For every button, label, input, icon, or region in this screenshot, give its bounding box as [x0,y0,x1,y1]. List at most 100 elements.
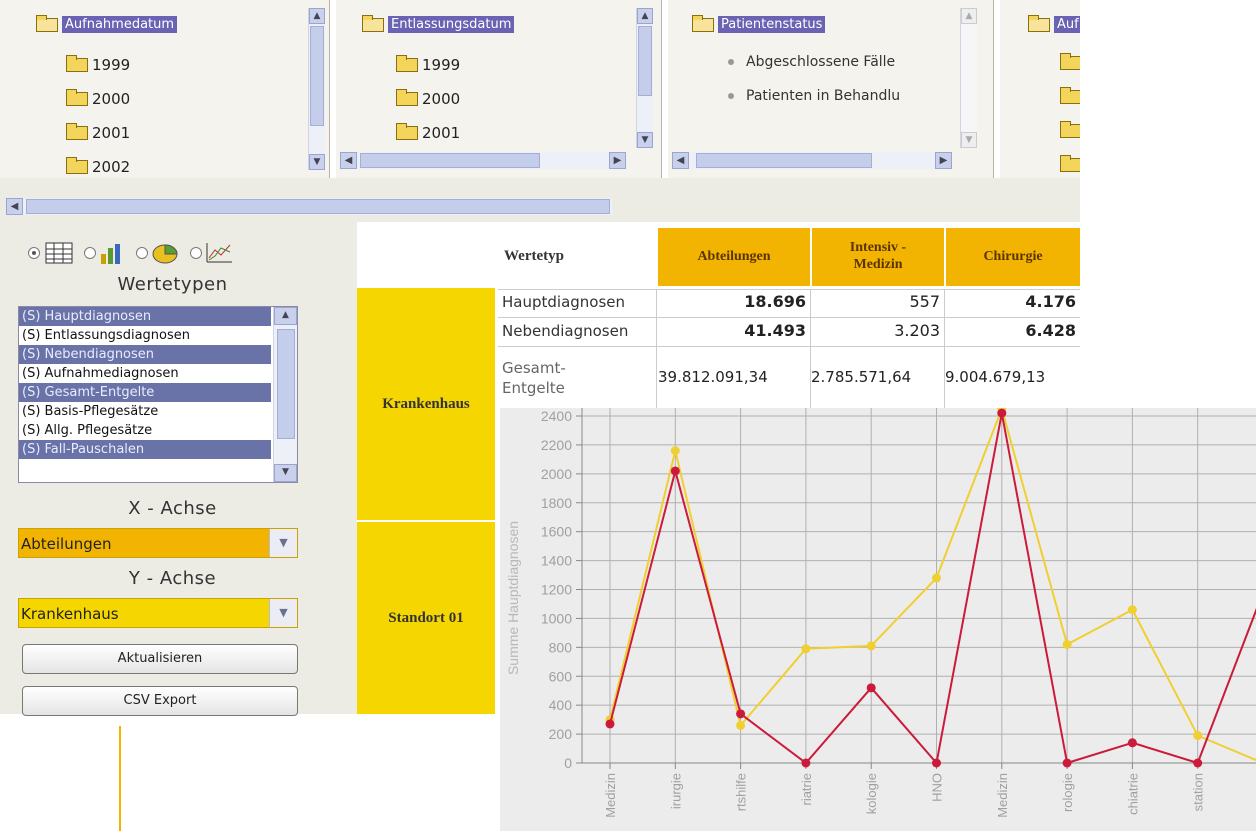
tree-item-2001[interactable]: 2001 [66,123,130,142]
vertical-scrollbar[interactable]: ▲ ▼ [308,8,325,170]
list-item[interactable]: (S) Fall-Pauschalen [19,440,271,459]
scroll-thumb[interactable] [26,199,610,214]
scroll-up-icon[interactable]: ▲ [309,8,325,24]
csv-export-button[interactable]: CSV Export [22,686,298,716]
horizontal-scrollbar[interactable]: ◀ ▶ [672,152,952,169]
y-tick-label: 800 [549,639,573,655]
row-label-hauptdiagnosen: Hauptdiagnosen [502,293,626,311]
vertical-scrollbar[interactable]: ▲ ▼ [960,8,977,148]
tree-item[interactable] [1060,121,1080,138]
tree-item[interactable] [1060,87,1080,104]
row-label-gesamt-entgelte: Gesamt- Entgelte [502,359,566,397]
tree-item-1999[interactable]: 1999 [66,55,130,74]
vertical-scrollbar[interactable]: ▲ ▼ [273,307,297,482]
list-item[interactable]: (S) Aufnahmediagnosen [19,364,271,383]
cell-value: 6.428 [1025,321,1076,340]
x-tick-label: kologie [864,773,879,814]
radio-bar[interactable] [84,247,96,259]
chevron-down-icon[interactable]: ▼ [269,529,297,557]
wertetypen-listbox[interactable]: (S) Hauptdiagnosen (S) Entlassungsdiagnos… [18,306,298,483]
scroll-thumb[interactable] [310,26,324,126]
table-icon [45,242,73,264]
chart-panel: 0 200 400 600 800 1000 1200 1400 1600 1800 2000 220… [500,404,1256,831]
cell-value: 39.812.091,34 [658,368,768,386]
y-tick-label: 1200 [541,582,572,598]
column-header-chirurgie[interactable]: Chirurgie [946,228,1080,286]
tree-item[interactable] [1060,53,1080,70]
status-item-in-behandlung[interactable]: Patienten in Behandlu [728,88,900,104]
scroll-right-icon[interactable]: ▶ [609,152,626,169]
data-point [1127,605,1137,615]
scroll-down-icon[interactable]: ▼ [637,132,653,148]
data-point [932,758,941,768]
tree-item-2002[interactable]: 2002 [66,157,130,176]
main-horizontal-scrollbar[interactable]: ◀ [6,198,612,215]
panel-2-header[interactable]: Auf [1028,14,1080,33]
scroll-thumb[interactable] [360,153,540,168]
data-point [1062,758,1072,768]
tree-item-2000[interactable]: 2000 [66,89,130,108]
folder-icon [396,89,418,106]
y-axis-label: Summe Hauptdiagnosen [505,521,521,675]
scroll-left-icon[interactable]: ◀ [6,198,23,215]
scroll-down-icon[interactable]: ▼ [309,154,325,170]
scroll-right-icon[interactable]: ▶ [935,152,952,169]
tree-item-1999[interactable]: 1999 [396,55,460,74]
scroll-thumb[interactable] [696,153,872,168]
scroll-down-icon[interactable]: ▼ [961,132,977,148]
column-header-abteilungen[interactable]: Abteilungen [658,228,810,286]
radio-pie[interactable] [136,247,148,259]
cell-value: 2.785.571,64 [811,368,912,386]
divider [944,289,945,409]
toolbar-area: ◀ [0,178,1080,222]
aufnahmedatum-header[interactable]: Aufnahmedatum [36,14,178,33]
radio-line[interactable] [190,247,202,259]
bullet-icon [728,59,734,65]
radio-table[interactable] [28,247,40,259]
chevron-down-icon[interactable]: ▼ [269,599,297,627]
folder-icon [66,89,88,106]
tree-item-2001[interactable]: 2001 [396,123,460,142]
wertetypen-list: (S) Hauptdiagnosen (S) Entlassungsdiagnos… [19,307,297,459]
vertical-scrollbar[interactable]: ▲ ▼ [636,8,653,148]
scroll-left-icon[interactable]: ◀ [340,152,357,169]
aktualisieren-button[interactable]: Aktualisieren [22,644,298,674]
patientenstatus-header[interactable]: Patientenstatus [692,14,826,33]
scroll-thumb[interactable] [638,26,652,96]
column-header-intensiv[interactable]: Intensiv - Medizin [812,228,944,286]
scroll-down-icon[interactable]: ▼ [274,464,297,482]
entlassungsdatum-header[interactable]: Entlassungsdatum [362,14,515,33]
divider [656,289,657,409]
scroll-thumb[interactable] [277,329,295,439]
list-item[interactable]: (S) Entlassungsdiagnosen [19,326,271,345]
list-item[interactable]: (S) Hauptdiagnosen [19,307,271,326]
divider [498,346,1080,347]
scroll-left-icon[interactable]: ◀ [672,152,689,169]
data-point [605,719,615,729]
x-achse-select[interactable]: Abteilungen ▼ [18,528,298,558]
patientenstatus-label: Patientenstatus [718,16,826,33]
list-item[interactable]: (S) Gesamt-Entgelte [19,383,271,402]
scroll-up-icon[interactable]: ▲ [637,8,653,24]
line-chart: 0 200 400 600 800 1000 1200 1400 1600 1800 2000 220… [505,404,1256,818]
data-point [997,408,1007,418]
y-achse-select[interactable]: Krankenhaus ▼ [18,598,298,628]
data-point [932,573,941,583]
y-tick-label: 2400 [541,408,572,424]
y-tick-label: 2200 [541,437,572,453]
horizontal-scrollbar[interactable]: ◀ ▶ [340,152,626,169]
entlassungsdatum-label: Entlassungsdatum [388,16,515,33]
list-item[interactable]: (S) Allg. Pflegesätze [19,421,271,440]
folder-icon [1060,155,1080,172]
list-item[interactable]: (S) Basis-Pflegesätze [19,402,271,421]
data-point [670,446,680,456]
scroll-up-icon[interactable]: ▲ [961,8,977,24]
folder-icon [1060,87,1080,104]
list-item[interactable]: (S) Nebendiagnosen [19,345,271,364]
scroll-up-icon[interactable]: ▲ [274,307,297,325]
tree-item[interactable] [1060,155,1080,172]
y-tick-label: 1600 [541,524,572,540]
aufnahmedatum-label: Aufnahmedatum [62,16,178,33]
status-item-abgeschlossen[interactable]: Abgeschlossene Fälle [728,54,895,70]
tree-item-2000[interactable]: 2000 [396,89,460,108]
